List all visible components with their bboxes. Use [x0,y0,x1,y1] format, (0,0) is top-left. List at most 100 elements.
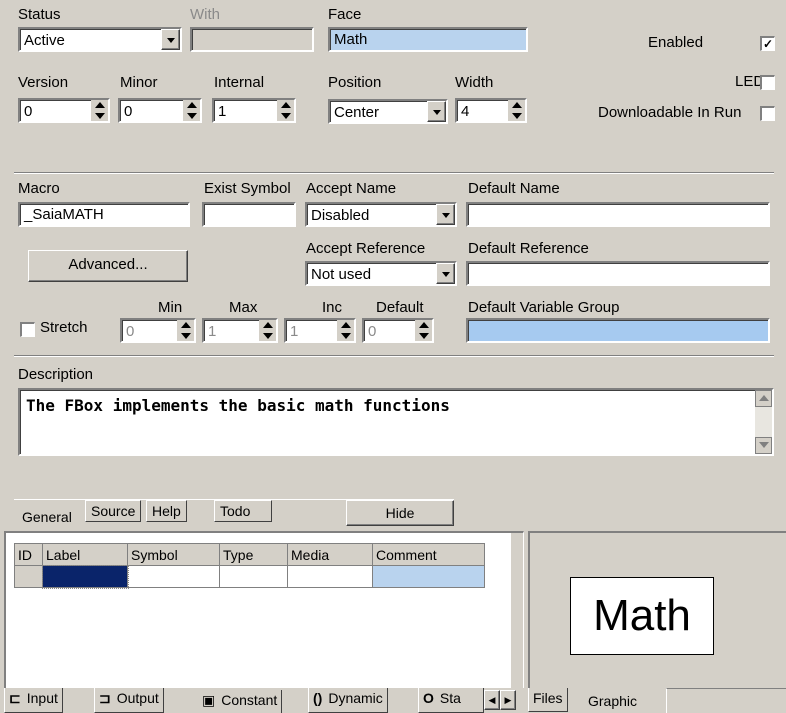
min-stepper: 0 [120,318,196,343]
minor-value: 0 [124,103,133,120]
internal-value: 1 [218,103,227,120]
spin-arrows-icon[interactable] [508,100,525,121]
dynamic-icon: () [313,690,323,706]
advanced-button[interactable]: Advanced... [28,250,188,282]
max-label: Max [229,299,258,316]
selected-cell[interactable] [41,564,129,589]
description-label: Description [18,366,94,383]
width-label: Width [455,74,494,91]
spin-arrows-icon[interactable] [183,100,200,121]
graphic-panel: Math [528,531,786,688]
macro-input[interactable]: _SaiaMATH [18,202,190,227]
position-value: Center [334,104,380,121]
scrollbar[interactable] [511,533,523,712]
table-cell[interactable] [287,565,373,588]
accept-name-label: Accept Name [306,180,397,197]
enabled-checkbox[interactable]: ✓ [760,36,775,51]
chevron-down-icon[interactable] [436,263,455,284]
spin-arrows-icon [259,320,276,341]
tab-help[interactable]: Help [146,500,187,522]
tab-output[interactable]: ⊐ Output [94,688,164,713]
chevron-down-icon[interactable] [436,204,455,225]
tab-strip-filler [666,688,786,713]
table-cell[interactable] [127,565,220,588]
default-var-group-label: Default Variable Group [468,299,620,316]
scroll-left-icon[interactable]: ◀ [484,690,500,710]
hide-button[interactable]: Hide [346,500,454,526]
io-table: ID Label Symbol Type Media Comment [14,543,485,589]
scroll-down-icon[interactable] [755,437,772,454]
default-reference-input[interactable] [466,261,770,286]
tab-input[interactable]: ⊏ Input [4,688,63,713]
col-header-comment[interactable]: Comment [372,543,485,566]
tab-general[interactable]: General [17,507,77,527]
col-header-type[interactable]: Type [219,543,288,566]
table-cell[interactable] [372,565,485,588]
row-id-cell[interactable] [14,565,43,588]
separator [14,172,774,174]
max-stepper: 1 [202,318,278,343]
width-stepper[interactable]: 4 [455,98,527,123]
description-textarea[interactable]: The FBox implements the basic math funct… [18,388,774,456]
internal-label: Internal [214,74,265,91]
accept-reference-label: Accept Reference [306,240,426,257]
spin-arrows-icon[interactable] [91,100,108,121]
col-header-media[interactable]: Media [287,543,373,566]
tab-dynamic[interactable]: () Dynamic [308,688,388,713]
accept-reference-select[interactable]: Not used [305,261,457,286]
inc-label: Inc [322,299,343,316]
io-table-panel: ID Label Symbol Type Media Comment [4,531,524,713]
minor-label: Minor [120,74,158,91]
status-label: Status [18,6,61,23]
default-value: 0 [368,323,377,340]
tab-todo[interactable]: Todo [214,500,272,522]
default-name-input[interactable] [466,202,770,227]
min-value: 0 [126,323,135,340]
position-label: Position [328,74,382,91]
exist-symbol-input[interactable] [202,202,296,227]
col-header-id[interactable]: ID [14,543,43,566]
description-text: The FBox implements the basic math funct… [26,396,450,415]
col-header-symbol[interactable]: Symbol [127,543,220,566]
width-value: 4 [461,103,470,120]
graphic-preview[interactable]: Math [570,577,714,655]
tab-graphic[interactable]: Graphic [584,691,642,713]
spin-arrows-icon [415,320,432,341]
version-label: Version [18,74,69,91]
scrollbar[interactable] [755,390,772,454]
inc-stepper: 1 [284,318,356,343]
scroll-right-icon[interactable]: ▶ [500,690,516,710]
version-stepper[interactable]: 0 [18,98,110,123]
led-checkbox[interactable] [760,75,775,90]
table-header-row: ID Label Symbol Type Media Comment [14,543,485,566]
face-input[interactable]: Math [328,27,528,52]
table-row[interactable] [14,564,485,589]
table-cell[interactable] [219,565,288,588]
enabled-label: Enabled [648,34,704,51]
tab-constant[interactable]: ▣ Constant [198,690,283,713]
tab-constant-label: Constant [221,692,278,708]
accept-reference-value: Not used [311,266,372,283]
internal-stepper[interactable]: 1 [212,98,296,123]
col-header-label[interactable]: Label [42,543,128,566]
scroll-up-icon[interactable] [755,390,772,407]
output-icon: ⊐ [99,690,111,706]
downloadable-checkbox[interactable] [760,106,775,121]
accept-name-select[interactable]: Disabled [305,202,457,227]
position-select[interactable]: Center [328,99,448,124]
spin-arrows-icon[interactable] [277,100,294,121]
tab-status[interactable]: O Sta [418,688,484,713]
minor-stepper[interactable]: 0 [118,98,202,123]
chevron-down-icon[interactable] [161,29,180,50]
tab-files[interactable]: Files [528,688,568,712]
chevron-down-icon[interactable] [427,101,446,122]
stretch-checkbox[interactable] [20,322,35,337]
default-var-group-input[interactable] [466,318,770,343]
tab-source[interactable]: Source [85,500,142,522]
tab-output-label: Output [116,690,159,706]
downloadable-label: Downloadable In Run [598,104,742,121]
status-select[interactable]: Active [18,27,182,52]
max-value: 1 [208,323,217,340]
status-icon: O [423,690,434,706]
spin-arrows-icon [177,320,194,341]
